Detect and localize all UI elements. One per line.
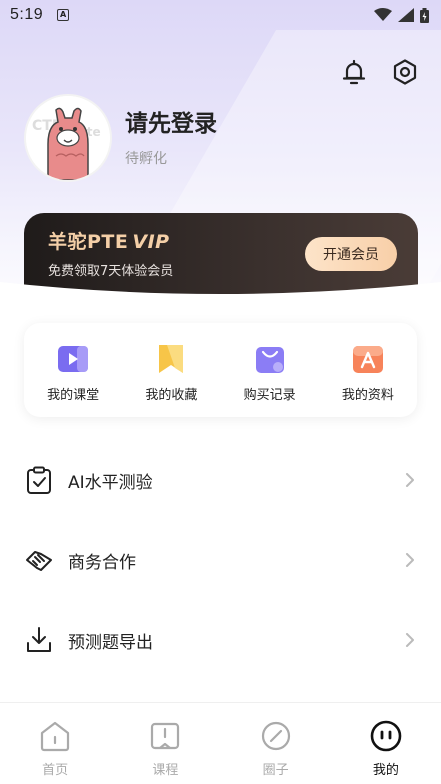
handshake-icon — [26, 551, 52, 571]
open-membership-button[interactable]: 开通会员 — [305, 237, 397, 271]
notification-badge: A — [57, 9, 70, 21]
clipboard-check-icon — [27, 466, 51, 494]
download-icon — [27, 627, 51, 652]
vip-title: 羊驼PTE VIP — [48, 227, 170, 254]
tab-mine[interactable]: 我的 — [346, 719, 426, 784]
settings-icon[interactable] — [391, 58, 419, 86]
shortcut-my-materials[interactable]: 我的资料 — [323, 341, 413, 403]
shortcut-my-favorites[interactable]: 我的收藏 — [126, 341, 216, 403]
tab-community[interactable]: 圈子 — [236, 719, 316, 784]
compass-icon — [261, 721, 290, 751]
document-a-icon — [352, 346, 383, 373]
bookmark-icon — [159, 345, 184, 373]
menu-label: AI水平测验 — [68, 472, 153, 493]
bell-icon[interactable] — [340, 58, 368, 86]
menu-label: 商务合作 — [68, 552, 136, 573]
menu-business-cooperation[interactable]: 商务合作 — [0, 520, 441, 600]
user-status: 待孵化 — [125, 151, 167, 167]
wifi-icon — [374, 8, 392, 21]
signal-icon — [398, 8, 414, 22]
shopping-bag-icon — [255, 347, 284, 373]
wave-divider — [0, 282, 441, 330]
tab-home[interactable]: 首页 — [15, 719, 95, 784]
status-time: 5:19 — [10, 6, 44, 23]
shortcut-label: 我的资料 — [341, 388, 394, 403]
menu-list: AI水平测验 商务合作 预测题导出 — [0, 440, 441, 680]
tab-courses[interactable]: 课程 — [125, 719, 205, 784]
tab-label: 我的 — [372, 763, 399, 778]
status-bar: 5:19 A — [0, 0, 441, 30]
home-icon — [41, 721, 70, 752]
shortcut-my-classroom[interactable]: 我的课堂 — [28, 341, 118, 403]
tab-label: 首页 — [42, 763, 69, 778]
login-prompt[interactable]: 请先登录 — [125, 104, 217, 138]
tab-label: 圈子 — [262, 763, 289, 778]
shortcut-label: 购买记录 — [243, 388, 296, 403]
avatar[interactable]: CTE Pte — [24, 94, 112, 182]
alpaca-avatar-icon: CTE Pte — [26, 96, 110, 180]
bottom-tab-bar: 首页 课程 圈子 我的 — [0, 702, 441, 784]
menu-label: 预测题导出 — [68, 632, 153, 653]
vip-tag: VIP — [132, 231, 170, 253]
profile-face-icon — [370, 720, 402, 752]
tab-label: 课程 — [152, 763, 179, 778]
menu-ai-level-test[interactable]: AI水平测验 — [0, 440, 441, 520]
chevron-right-icon — [406, 553, 414, 567]
shortcut-label: 我的课堂 — [47, 388, 100, 403]
shortcut-label: 我的收藏 — [145, 388, 198, 403]
vip-brand: 羊驼PTE — [48, 231, 129, 253]
shortcut-grid: 我的课堂 我的收藏 购买记录 我的资料 — [24, 323, 417, 417]
status-icons — [374, 7, 429, 23]
book-icon — [151, 722, 180, 750]
chevron-right-icon — [406, 473, 414, 487]
play-icon — [58, 346, 89, 372]
menu-prediction-export[interactable]: 预测题导出 — [0, 600, 441, 680]
chevron-right-icon — [406, 633, 414, 647]
shortcut-purchase-history[interactable]: 购买记录 — [225, 341, 315, 403]
battery-icon — [420, 7, 429, 23]
